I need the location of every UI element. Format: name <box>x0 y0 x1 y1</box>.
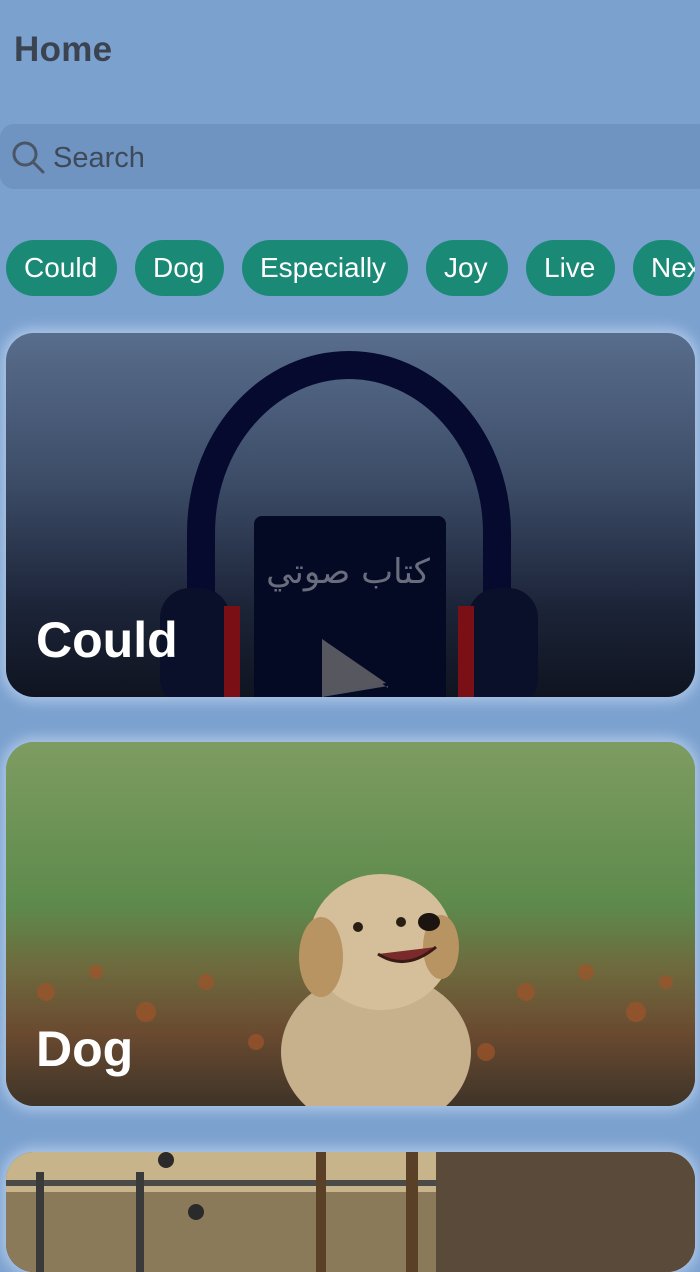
card-could[interactable]: كتاب صوتي Could <box>6 333 695 697</box>
chip-live[interactable]: Live <box>526 240 615 296</box>
chip-joy[interactable]: Joy <box>426 240 508 296</box>
chip-next[interactable]: Next <box>633 240 695 296</box>
category-chips: Could Dog Especially Joy Live Next <box>0 240 700 298</box>
card-title: Could <box>36 612 178 668</box>
chip-dog[interactable]: Dog <box>135 240 224 296</box>
card-third[interactable] <box>6 1152 695 1272</box>
search-icon[interactable] <box>10 139 46 175</box>
chip-especially[interactable]: Especially <box>242 240 408 296</box>
card-title: Dog <box>36 1021 134 1077</box>
card-dog[interactable]: Dog <box>6 742 695 1106</box>
search-input[interactable] <box>53 138 653 178</box>
chip-could[interactable]: Could <box>6 240 117 296</box>
outdoor-scene-image <box>6 1152 695 1272</box>
page-title: Home <box>14 30 113 69</box>
audiobook-arabic-text: كتاب صوتي <box>266 552 431 592</box>
